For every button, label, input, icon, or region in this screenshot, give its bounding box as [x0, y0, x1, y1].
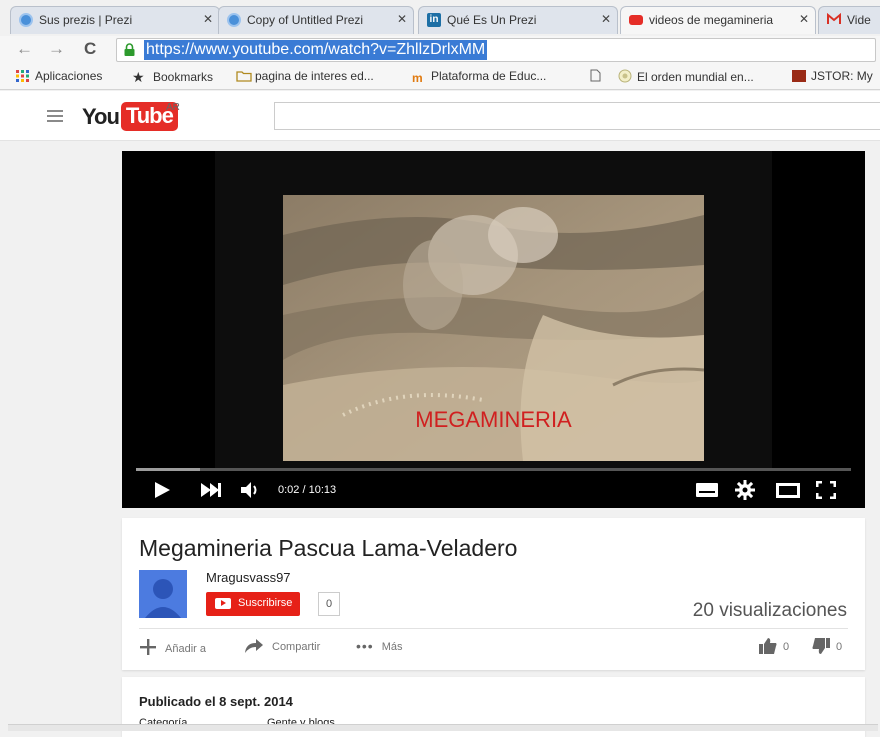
bookmark-bookmarks[interactable]: ★ Bookmarks — [132, 69, 214, 85]
play-icon[interactable] — [153, 481, 171, 499]
subscribe-label: Suscribirse — [238, 597, 293, 609]
thumbs-up-icon — [759, 638, 777, 654]
bookmark-label: El orden mundial en... — [637, 70, 754, 84]
like-count: 0 — [783, 641, 790, 653]
player-controls: 0:02 / 10:13 — [122, 473, 865, 508]
logo-you-text: You — [82, 104, 120, 129]
globe-icon — [618, 69, 632, 83]
channel-avatar[interactable] — [139, 570, 187, 618]
apps-grid-icon — [16, 70, 30, 82]
tab-videos-de-megamineria[interactable]: videos de megamineria ✕ — [620, 6, 816, 34]
share-button[interactable]: Compartir — [244, 638, 320, 654]
subscriber-count: 0 — [318, 592, 340, 616]
tab-label: videos de megamineria — [649, 13, 774, 27]
browser-toolbar: ← → C https://www.youtube.com/watch?v=Zh… — [0, 36, 880, 64]
dislike-button[interactable]: 0 — [812, 638, 842, 654]
video-frame: MEGAMINERIA — [215, 151, 772, 469]
youtube-play-icon — [215, 598, 231, 609]
bookmark-aplicaciones[interactable]: Aplicaciones — [16, 69, 102, 83]
video-title: Megamineria Pascua Lama-Veladero — [139, 535, 518, 561]
settings-gear-icon[interactable] — [734, 479, 756, 501]
moodle-icon: m — [412, 71, 423, 85]
bookmark-label: pagina de interes ed... — [255, 69, 374, 83]
search-input[interactable] — [274, 102, 880, 130]
volume-icon[interactable] — [240, 481, 262, 499]
close-icon[interactable]: ✕ — [799, 12, 809, 26]
subscribe-button[interactable]: Suscribirse — [206, 592, 301, 616]
next-icon[interactable] — [200, 482, 222, 498]
thumbs-down-icon — [812, 638, 830, 654]
tab-gmail[interactable]: Vide — [818, 6, 880, 34]
country-code: AR — [166, 102, 180, 113]
subtitles-icon[interactable] — [696, 483, 718, 497]
video-caption-text: MEGAMINERIA — [415, 407, 572, 432]
more-label: Más — [381, 641, 403, 653]
bookmark-label: JSTOR: My — [811, 69, 873, 83]
horizontal-scrollbar[interactable] — [8, 724, 878, 731]
tab-label: Qué Es Un Prezi — [447, 13, 537, 27]
close-icon[interactable]: ✕ — [601, 12, 611, 26]
dislike-count: 0 — [836, 641, 843, 653]
tab-sus-prezis[interactable]: Sus prezis | Prezi ✕ — [10, 6, 220, 34]
star-icon: ★ — [132, 69, 145, 85]
forward-arrow-icon[interactable]: → — [48, 39, 65, 59]
plus-icon — [140, 639, 156, 655]
theater-mode-icon[interactable] — [776, 483, 800, 498]
url-text[interactable]: https://www.youtube.com/watch?v=ZhllzDrl… — [144, 40, 488, 60]
youtube-icon — [629, 15, 643, 25]
divider — [139, 628, 848, 629]
back-arrow-icon[interactable]: ← — [16, 39, 33, 59]
view-count: 20 visualizaciones — [692, 600, 847, 621]
bookmark-label: Aplicaciones — [35, 69, 103, 83]
tab-label: Vide — [847, 13, 871, 27]
hamburger-menu-icon[interactable] — [47, 110, 63, 122]
youtube-logo[interactable]: You Tube AR — [82, 102, 180, 132]
share-label: Compartir — [272, 641, 321, 653]
tab-copy-of-untitled-prezi[interactable]: Copy of Untitled Prezi ✕ — [218, 6, 414, 34]
reload-icon[interactable]: C — [84, 39, 96, 59]
progress-fill — [136, 468, 201, 471]
bookmark-jstor[interactable]: JSTOR: My — [792, 69, 873, 83]
close-icon[interactable]: ✕ — [397, 12, 407, 26]
bookmarks-bar: Aplicaciones ★ Bookmarks pagina de intere… — [0, 64, 880, 90]
user-silhouette-icon — [139, 570, 187, 618]
youtube-masthead: You Tube AR — [0, 91, 880, 141]
tab-label: Sus prezis | Prezi — [39, 13, 133, 27]
gmail-icon — [827, 12, 841, 27]
page-icon — [590, 69, 604, 82]
address-bar[interactable]: https://www.youtube.com/watch?v=ZhllzDrl… — [116, 38, 876, 62]
jstor-icon — [792, 70, 806, 82]
bookmark-el-orden-mundial[interactable]: El orden mundial en... — [618, 69, 754, 84]
folder-icon — [236, 70, 252, 82]
bookmark-plataforma-de-educ[interactable]: m Plataforma de Educ... — [412, 69, 547, 85]
time-display: 0:02 / 10:13 — [278, 484, 337, 496]
video-player[interactable]: MEGAMINERIA 0:02 / 10:13 — [122, 151, 865, 508]
bookmark-label: Plataforma de Educ... — [431, 69, 547, 83]
publish-date: Publicado el 8 sept. 2014 — [139, 694, 293, 709]
more-dots-icon: ••• — [356, 638, 374, 654]
bookmark-page[interactable] — [590, 69, 609, 83]
bookmark-label: Bookmarks — [153, 70, 214, 84]
prezi-icon — [227, 13, 241, 27]
bookmark-pagina-de-interes[interactable]: pagina de interes ed... — [236, 69, 374, 83]
fullscreen-icon[interactable] — [816, 481, 836, 499]
linkedin-icon: in — [427, 13, 441, 27]
close-icon[interactable]: ✕ — [203, 12, 213, 26]
share-arrow-icon — [245, 639, 263, 653]
tab-label: Copy of Untitled Prezi — [247, 13, 364, 27]
video-thumbnail-image: MEGAMINERIA — [283, 195, 704, 461]
like-button[interactable]: 0 — [759, 638, 789, 654]
add-to-button[interactable]: Añadir a — [139, 638, 206, 656]
lock-icon — [124, 43, 135, 56]
progress-bar[interactable] — [136, 468, 851, 471]
prezi-icon — [19, 13, 33, 27]
more-button[interactable]: ••• Más — [356, 638, 403, 654]
add-to-label: Añadir a — [165, 643, 206, 655]
channel-name[interactable]: Mragusvass97 — [206, 570, 291, 585]
browser-tab-bar: Sus prezis | Prezi ✕ Copy of Untitled Pr… — [0, 0, 880, 38]
tab-que-es-un-prezi[interactable]: in Qué Es Un Prezi ✕ — [418, 6, 618, 34]
video-info-card: Megamineria Pascua Lama-Veladero Mragusv… — [122, 518, 865, 670]
